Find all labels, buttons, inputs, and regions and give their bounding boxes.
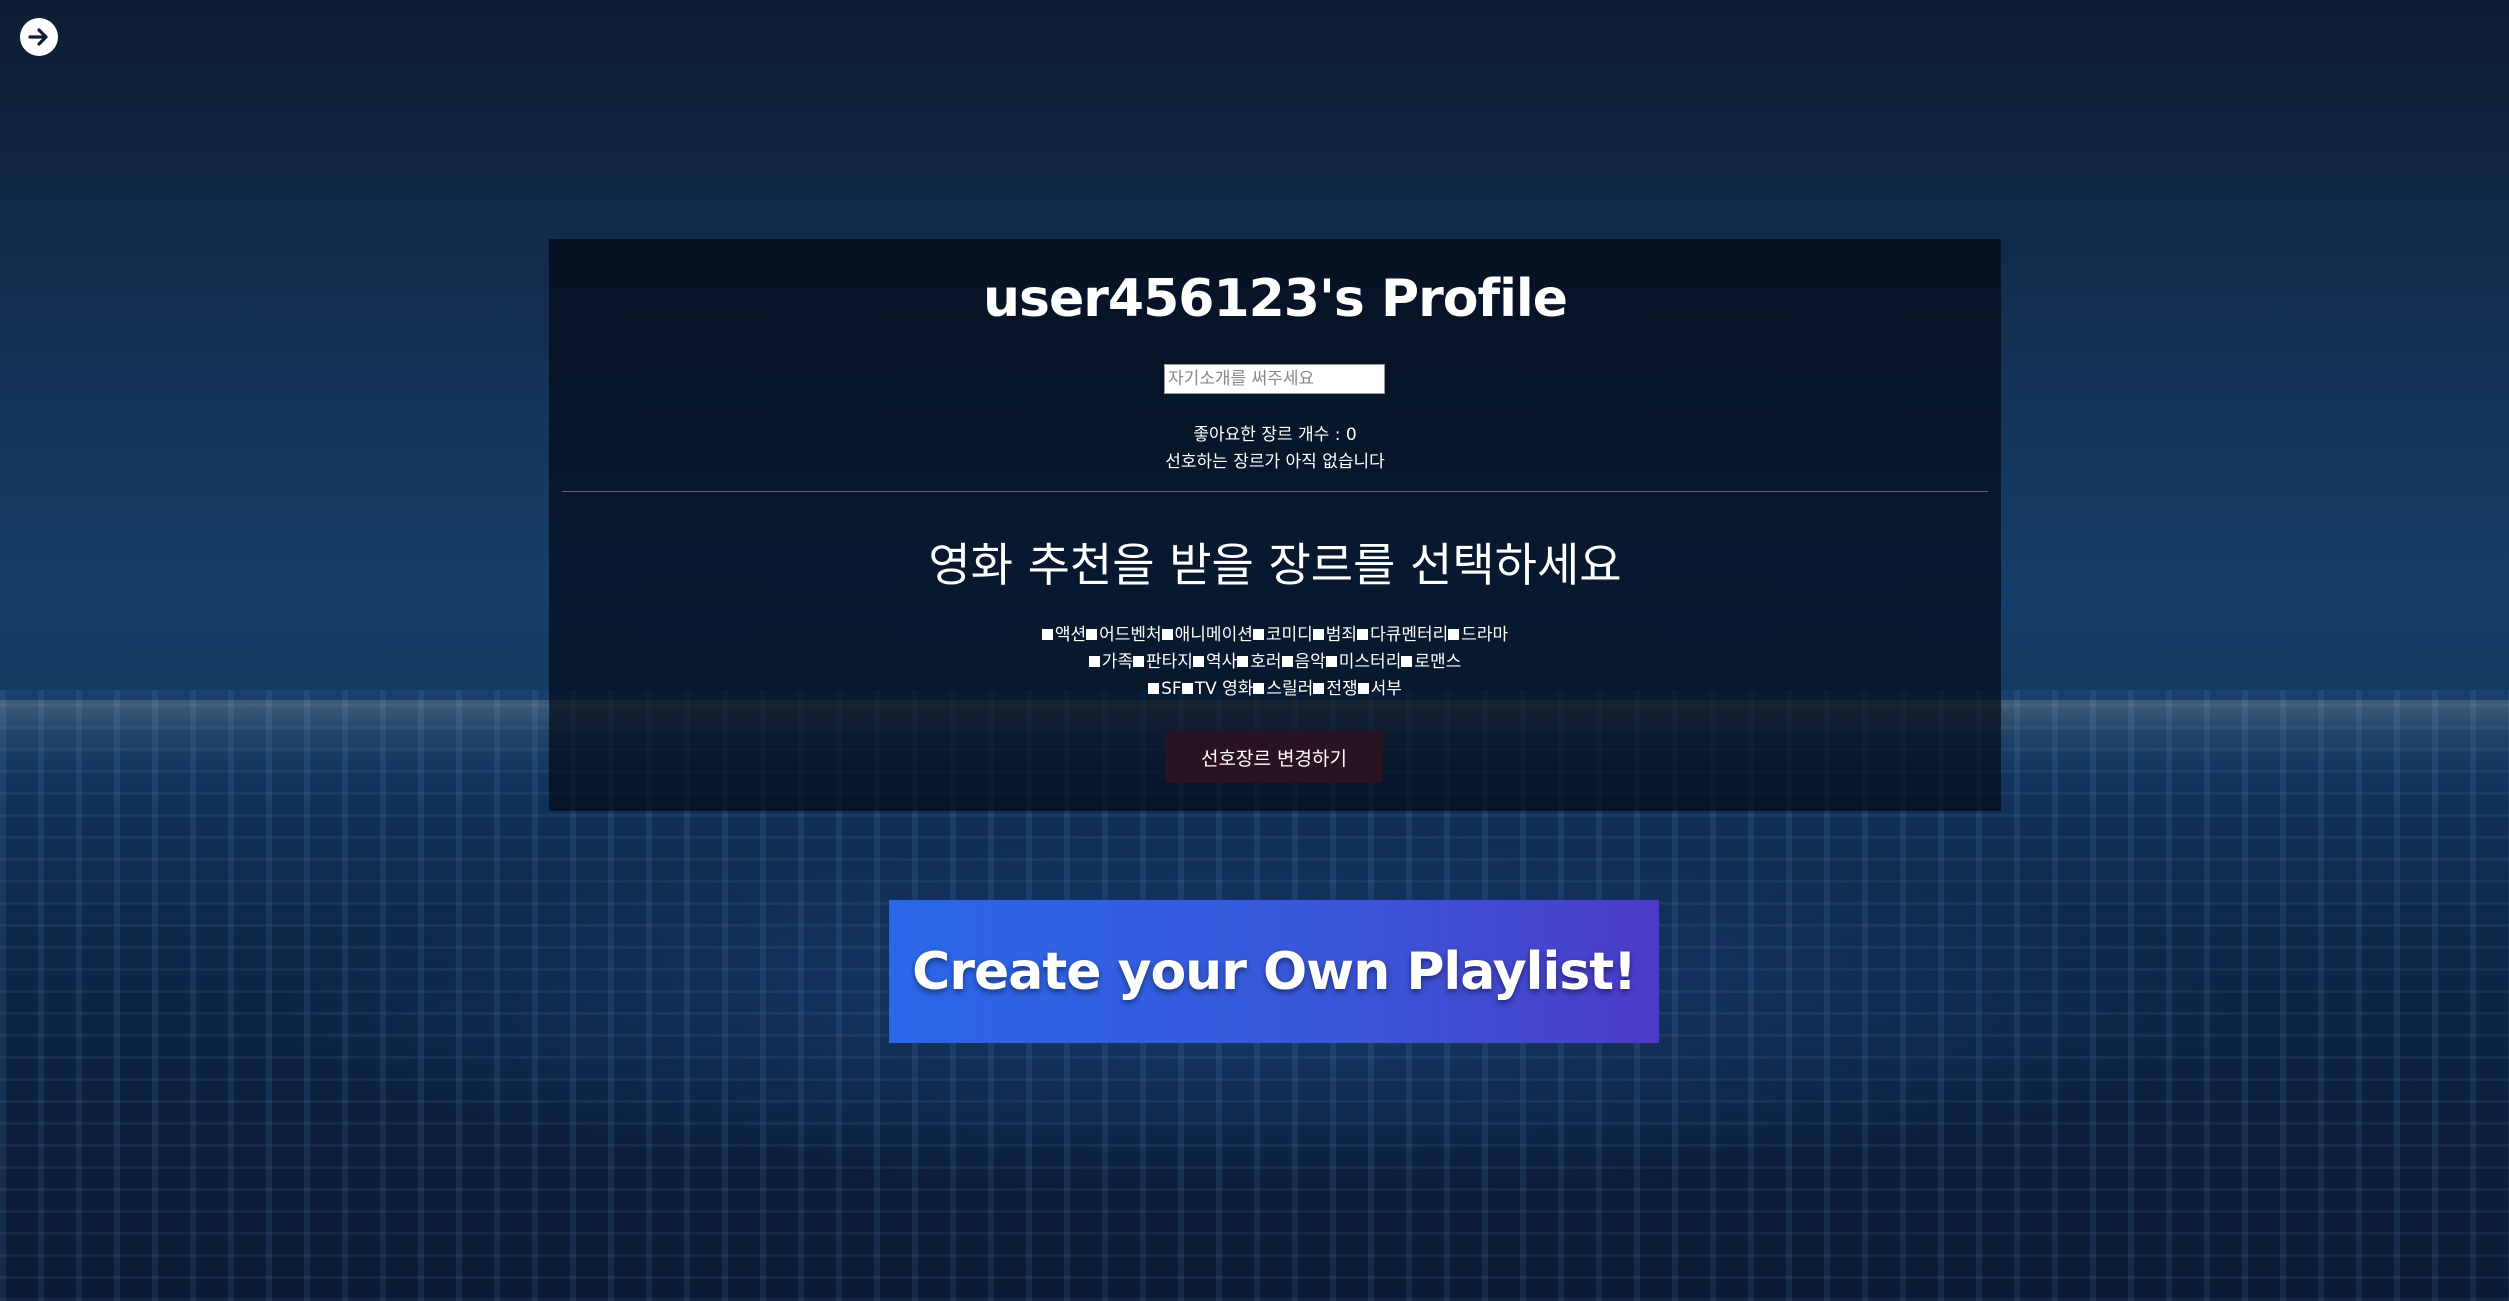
profile-title: user456123's Profile	[983, 269, 1568, 329]
genre-checkbox[interactable]: 미스터리	[1325, 652, 1402, 672]
bio-input[interactable]	[1164, 364, 1385, 394]
genre-label: 액션	[1054, 625, 1087, 645]
genre-label: 미스터리	[1338, 652, 1402, 672]
checkbox-box[interactable]	[1325, 656, 1337, 667]
checkbox-box[interactable]	[1312, 629, 1324, 640]
genre-label: 판타지	[1146, 652, 1193, 672]
genre-select-heading: 영화 추천을 받을 장르를 선택하세요	[928, 538, 1622, 592]
genre-label: TV 영화	[1194, 679, 1254, 699]
back-button[interactable]	[20, 18, 58, 56]
no-genre-message: 선호하는 장르가 아직 없습니다	[1165, 452, 1385, 472]
genre-label: 호러	[1250, 652, 1282, 672]
genre-row: SF TV 영화 스릴러 전쟁 서부	[549, 676, 2001, 703]
genre-label: 드라마	[1461, 625, 1509, 645]
genre-checkbox[interactable]: 스릴러	[1253, 679, 1313, 699]
liked-genre-count: 좋아요한 장르 개수 : 0	[1193, 425, 1357, 445]
genre-checkbox[interactable]: 전쟁	[1313, 679, 1358, 699]
checkbox-box[interactable]	[1357, 683, 1369, 694]
arrow-right-circle-icon	[28, 28, 48, 46]
checkbox-box[interactable]	[1253, 683, 1265, 694]
profile-card: user456123's Profile 좋아요한 장르 개수 : 0 선호하는…	[549, 239, 2001, 811]
genre-checkbox[interactable]: 호러	[1237, 652, 1282, 672]
genre-checkbox[interactable]: 코미디	[1252, 625, 1313, 645]
genre-row: 액션 어드벤처 애니메이션 코미디 범죄 다큐멘터리 드라마	[549, 622, 2001, 649]
checkbox-box[interactable]	[1252, 629, 1264, 640]
genre-checkbox[interactable]: 범죄	[1312, 625, 1358, 645]
genre-checkbox[interactable]: 가족	[1088, 652, 1134, 672]
genre-checkbox[interactable]: 액션	[1041, 625, 1087, 645]
checkbox-box[interactable]	[1401, 656, 1413, 667]
genre-checkbox[interactable]: 애니메이션	[1161, 625, 1253, 645]
genre-checkbox[interactable]: 음악	[1281, 652, 1326, 672]
genre-label: 다큐멘터리	[1370, 625, 1449, 645]
genre-row: 가족 판타지 역사 호러 음악 미스터리 로맨스	[549, 649, 2001, 676]
genre-label: 전쟁	[1326, 679, 1358, 699]
genre-checkbox[interactable]: 다큐멘터리	[1357, 625, 1448, 645]
genre-checkbox[interactable]: 서부	[1357, 679, 1402, 699]
genre-checkbox[interactable]: SF	[1148, 679, 1182, 699]
create-playlist-button[interactable]: Create your Own Playlist!	[889, 900, 1659, 1043]
genre-checkbox-list: 액션 어드벤처 애니메이션 코미디 범죄 다큐멘터리 드라마 가족 판타지 역사 호러 음악 미스터리…	[549, 622, 2001, 703]
genre-label: 어드벤처	[1099, 625, 1162, 645]
checkbox-box[interactable]	[1181, 683, 1193, 694]
genre-label: 스릴러	[1266, 679, 1314, 699]
genre-label: 역사	[1205, 652, 1238, 672]
checkbox-box[interactable]	[1133, 656, 1145, 667]
genre-checkbox[interactable]: 판타지	[1133, 652, 1193, 672]
genre-checkbox[interactable]: 드라마	[1448, 625, 1508, 645]
genre-checkbox[interactable]: 어드벤처	[1086, 625, 1162, 645]
genre-label: 코미디	[1265, 625, 1313, 645]
genre-checkbox[interactable]: 역사	[1192, 652, 1238, 672]
checkbox-box[interactable]	[1237, 656, 1249, 667]
checkbox-box[interactable]	[1357, 629, 1369, 640]
checkbox-box[interactable]	[1088, 656, 1100, 667]
genre-label: 서부	[1370, 679, 1402, 699]
genre-label: SF	[1161, 679, 1182, 699]
genre-label: 로맨스	[1414, 652, 1462, 672]
checkbox-box[interactable]	[1148, 683, 1160, 694]
genre-label: 음악	[1294, 652, 1326, 672]
genre-checkbox[interactable]: 로맨스	[1401, 652, 1461, 672]
change-genre-button[interactable]: 선호장르 변경하기	[1165, 731, 1383, 783]
checkbox-box[interactable]	[1192, 656, 1204, 667]
genre-checkbox[interactable]: TV 영화	[1181, 679, 1254, 699]
checkbox-box[interactable]	[1448, 629, 1460, 640]
divider	[562, 491, 1988, 492]
genre-label: 가족	[1101, 652, 1134, 672]
checkbox-box[interactable]	[1041, 629, 1053, 640]
genre-label: 애니메이션	[1174, 625, 1253, 645]
checkbox-box[interactable]	[1313, 683, 1325, 694]
checkbox-box[interactable]	[1086, 629, 1098, 640]
checkbox-box[interactable]	[1281, 656, 1293, 667]
checkbox-box[interactable]	[1161, 629, 1173, 640]
genre-label: 범죄	[1325, 625, 1358, 645]
